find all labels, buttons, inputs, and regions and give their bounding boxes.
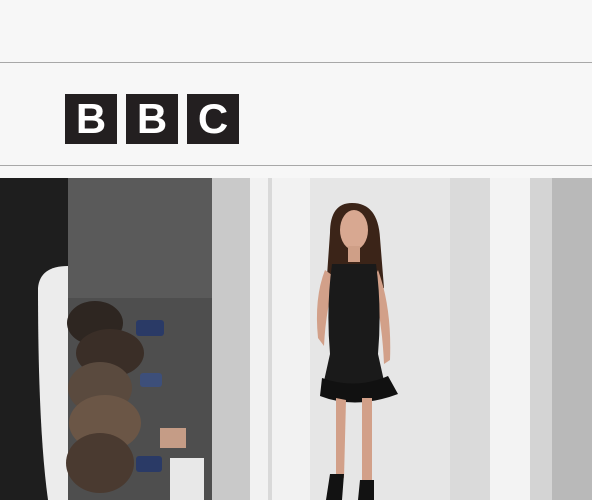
masthead: B B C (0, 63, 592, 166)
logo-letter-b2: B (126, 94, 178, 144)
logo-letter-c: C (187, 94, 239, 144)
column-1 (212, 178, 250, 500)
column-2 (250, 178, 310, 500)
column-4 (530, 178, 552, 500)
phone-icon (136, 320, 164, 336)
column-5 (552, 178, 592, 500)
top-bar (0, 0, 592, 63)
bbc-logo[interactable]: B B C (65, 94, 239, 144)
logo-letter-b1: B (65, 94, 117, 144)
column-3 (490, 178, 530, 500)
hero-image[interactable] (0, 178, 592, 500)
runway-photo (0, 178, 592, 500)
black-dress (322, 264, 386, 397)
